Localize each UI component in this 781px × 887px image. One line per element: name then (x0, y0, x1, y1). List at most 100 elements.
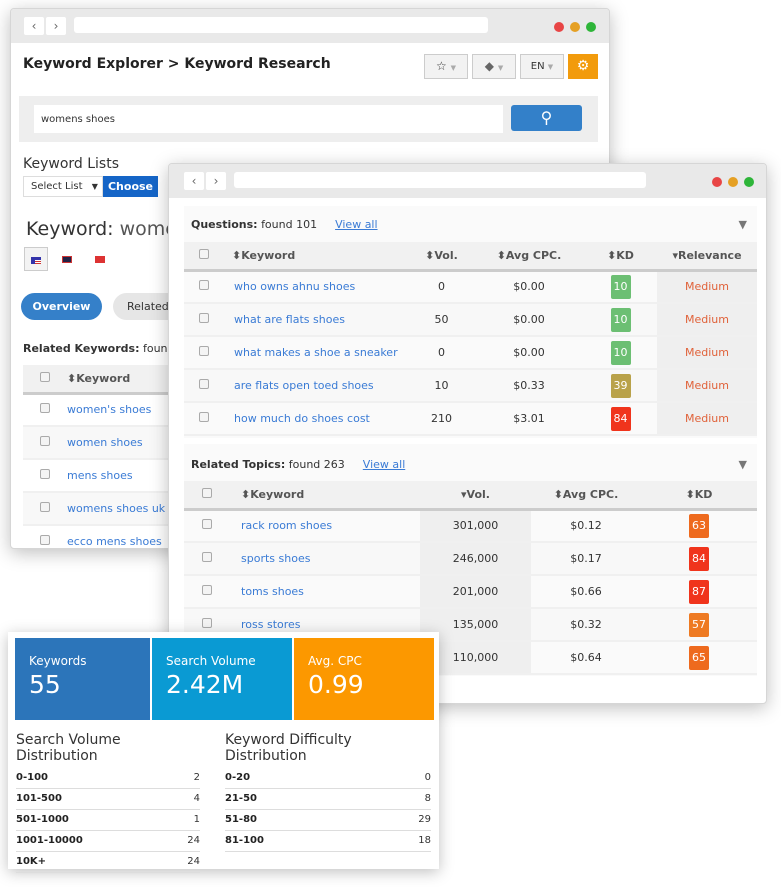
volume-column-header[interactable]: ⬍Vol. (409, 242, 474, 272)
row-checkbox[interactable] (40, 403, 50, 414)
tile-label: Keywords (29, 654, 87, 668)
filter-icon[interactable]: ▼ (739, 218, 747, 231)
row-checkbox[interactable] (40, 535, 50, 545)
kd-column-header[interactable]: ⬍KD (584, 242, 657, 272)
range-count: 24 (187, 856, 200, 867)
topics-view-all-link[interactable]: View all (363, 458, 405, 471)
cube-menu-button[interactable]: ◆ ▼ (472, 54, 516, 79)
cpc-column-header[interactable]: ⬍Avg CPC. (531, 481, 641, 511)
row-checkbox[interactable] (201, 519, 212, 530)
keyword-link[interactable]: women shoes (67, 436, 143, 449)
forward-button[interactable]: › (46, 17, 66, 35)
select-all-checkbox[interactable] (199, 248, 209, 259)
row-checkbox[interactable] (40, 502, 50, 512)
keyword-link[interactable]: mens shoes (67, 469, 133, 482)
kd-column-header[interactable]: ⬍KD (641, 481, 757, 511)
page-title: Keyword Explorer > Keyword Research (23, 56, 331, 72)
row-checkbox[interactable] (40, 436, 50, 446)
kd-badge: 39 (610, 373, 631, 398)
volume-column-header[interactable]: ▾Vol. (420, 481, 531, 511)
relevance-cell: Medium (657, 270, 757, 304)
maximize-dot[interactable] (744, 177, 754, 187)
keyword-link[interactable]: ecco mens shoes (67, 535, 162, 548)
minimize-dot[interactable] (728, 177, 738, 187)
tab-overview[interactable]: Overview (21, 293, 102, 320)
select-list-dropdown[interactable]: Select List ▼ (23, 176, 103, 197)
kd-badge: 84 (610, 406, 631, 431)
row-checkbox[interactable] (201, 552, 212, 562)
close-dot[interactable] (712, 177, 722, 187)
distribution-row: 0-100 2 (16, 768, 200, 789)
row-checkbox[interactable] (199, 379, 209, 389)
address-bar[interactable] (234, 172, 646, 188)
keyword-link[interactable]: women's shoes (67, 403, 151, 416)
tile-value: 55 (29, 670, 61, 699)
keyword-link[interactable]: what are flats shoes (234, 313, 345, 326)
topics-title: Related Topics: (191, 458, 286, 471)
table-row: women's shoes (23, 393, 183, 427)
distribution-title: Search Volume Distribution (16, 732, 121, 764)
keyword-link[interactable]: what makes a shoe a sneaker (234, 346, 398, 359)
search-input[interactable] (34, 105, 503, 133)
keyword-link[interactable]: are flats open toed shoes (234, 379, 374, 392)
kd-badge: 65 (689, 645, 709, 670)
row-checkbox[interactable] (40, 469, 50, 479)
row-checkbox[interactable] (199, 280, 209, 291)
filter-icon[interactable]: ▼ (739, 458, 747, 471)
volume-cell: 50 (409, 303, 474, 337)
related-keywords-header: Related Keywords: found (23, 342, 175, 355)
tile-label: Avg. CPC (308, 654, 362, 668)
kd-badge: 63 (689, 513, 709, 538)
keyword-link[interactable]: toms shoes (241, 585, 304, 598)
keyword-column-header[interactable]: ⬍Keyword (224, 242, 409, 272)
row-checkbox[interactable] (199, 313, 209, 323)
row-checkbox[interactable] (199, 412, 209, 422)
keyword-link[interactable]: who owns ahnu shoes (234, 280, 355, 293)
column-label: KD (616, 248, 634, 262)
address-bar[interactable] (74, 17, 488, 33)
questions-view-all-link[interactable]: View all (335, 218, 377, 231)
settings-button[interactable]: ⚙ (568, 54, 598, 79)
select-all-checkbox[interactable] (201, 487, 212, 498)
select-all-checkbox[interactable] (40, 371, 50, 382)
keyword-link[interactable]: how much do shoes cost (234, 412, 370, 425)
row-checkbox[interactable] (199, 346, 209, 356)
search-panel: ⚲ (19, 96, 598, 142)
cpc-cell: $0.00 (474, 336, 584, 370)
questions-count: found 101 (261, 218, 318, 231)
hk-flag-icon[interactable] (95, 256, 105, 263)
range-count: 4 (193, 793, 200, 804)
table-row: who owns ahnu shoes 0 $0.00 10 Medium (184, 270, 757, 304)
range-count: 8 (424, 793, 431, 804)
keyword-column-header[interactable]: ⬍Keyword (229, 481, 420, 511)
minimize-dot[interactable] (570, 22, 580, 32)
flag-us-button[interactable] (24, 247, 48, 271)
range-label: 101-500 (16, 793, 62, 804)
distribution-row: 10K+ 24 (16, 852, 200, 873)
keyword-link[interactable]: womens shoes uk (67, 502, 165, 515)
cpc-column-header[interactable]: ⬍Avg CPC. (474, 242, 584, 272)
back-button[interactable]: ‹ (184, 172, 204, 190)
kd-badge: 57 (689, 612, 709, 637)
keyword-link[interactable]: sports shoes (241, 552, 310, 565)
relevance-column-header[interactable]: ▾Relevance (657, 242, 757, 272)
forward-button[interactable]: › (206, 172, 226, 190)
kd-badge: 84 (689, 546, 709, 571)
choose-button[interactable]: Choose (103, 176, 158, 197)
keyword-column-header[interactable]: ⬍Keyword (67, 365, 183, 395)
back-button[interactable]: ‹ (24, 17, 44, 35)
kd-badge: 10 (610, 307, 631, 332)
close-dot[interactable] (554, 22, 564, 32)
distribution-title: Keyword Difficulty Distribution (225, 732, 352, 764)
maximize-dot[interactable] (586, 22, 596, 32)
row-checkbox[interactable] (201, 618, 212, 628)
relevance-cell: Medium (657, 369, 757, 403)
language-select[interactable]: EN ▼ (520, 54, 564, 79)
row-checkbox[interactable] (201, 585, 212, 595)
au-flag-icon[interactable] (62, 256, 72, 263)
search-button[interactable]: ⚲ (511, 105, 582, 131)
cpc-cell: $0.00 (474, 303, 584, 337)
keyword-link[interactable]: rack room shoes (241, 519, 332, 532)
keyword-link[interactable]: ross stores (241, 618, 301, 631)
favorites-button[interactable]: ☆ ▼ (424, 54, 468, 79)
